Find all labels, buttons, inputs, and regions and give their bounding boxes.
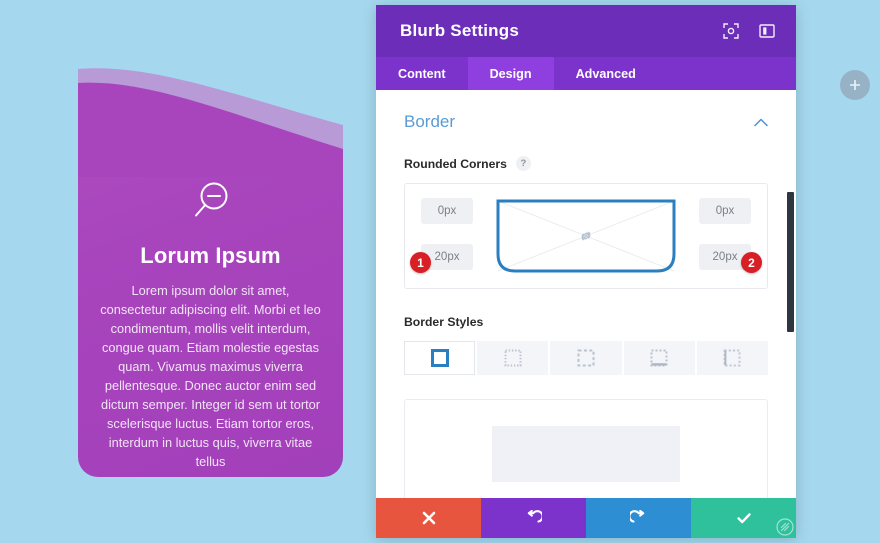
corner-input-top-right[interactable]: 0px [699, 198, 751, 224]
panel-scroll-area: Border Rounded Corners ? 0px 0px 20px 20… [376, 90, 796, 498]
annotation-badge-2: 2 [741, 252, 762, 273]
resize-handle-icon[interactable] [776, 518, 794, 536]
annotation-badge-1: 1 [410, 252, 431, 273]
focus-target-icon[interactable] [720, 20, 742, 42]
chain-link-icon[interactable] [576, 226, 596, 246]
scrollbar-thumb[interactable] [787, 192, 794, 332]
corner-preview-shape[interactable] [495, 198, 677, 274]
blurb-module-preview[interactable]: Lorum Ipsum Lorem ipsum dolor sit amet, … [78, 57, 343, 477]
blurb-body-text: Lorem ipsum dolor sit amet, consectetur … [100, 283, 321, 469]
border-styles-label: Border Styles [404, 315, 484, 329]
magnifier-minus-icon [100, 177, 321, 225]
corner-input-top-left[interactable]: 0px [421, 198, 473, 224]
border-width-swatch [492, 426, 680, 482]
section-title: Border [404, 112, 456, 131]
blurb-title: Lorum Ipsum [140, 243, 281, 268]
page-title: Blurb Settings [400, 21, 519, 40]
redo-button[interactable] [586, 498, 691, 538]
rounded-corners-label: Rounded Corners [404, 156, 507, 171]
app-canvas: Lorum Ipsum Lorem ipsum dolor sit amet, … [0, 0, 880, 543]
border-style-double[interactable] [623, 341, 695, 375]
section-header-border[interactable]: Border [404, 112, 768, 132]
border-styles-label-row: Border Styles [404, 315, 768, 329]
border-styles-options [404, 341, 769, 375]
undo-button[interactable] [481, 498, 586, 538]
border-style-dashed[interactable] [550, 341, 622, 375]
rounded-corners-label-row: Rounded Corners ? [404, 156, 768, 171]
tab-content[interactable]: Content [376, 57, 468, 90]
help-icon[interactable]: ? [515, 156, 531, 171]
border-style-groove[interactable] [696, 341, 769, 375]
border-width-preview[interactable] [404, 399, 768, 498]
chevron-up-icon[interactable] [754, 114, 768, 130]
panel-header: Blurb Settings [376, 5, 796, 57]
settings-panel: Blurb Settings Content Design Advanced B… [376, 5, 796, 538]
layout-panel-icon[interactable] [756, 20, 778, 42]
cancel-button[interactable] [376, 498, 481, 538]
tab-design[interactable]: Design [467, 57, 554, 90]
rounded-corners-control: 0px 0px 20px 20px 1 2 [404, 183, 768, 289]
tab-advanced[interactable]: Advanced [554, 57, 658, 90]
floating-toggle-icon[interactable] [840, 70, 870, 100]
border-style-solid[interactable] [404, 341, 476, 375]
action-bar [376, 498, 796, 538]
tab-bar: Content Design Advanced [376, 57, 796, 90]
border-style-dotted[interactable] [477, 341, 549, 375]
